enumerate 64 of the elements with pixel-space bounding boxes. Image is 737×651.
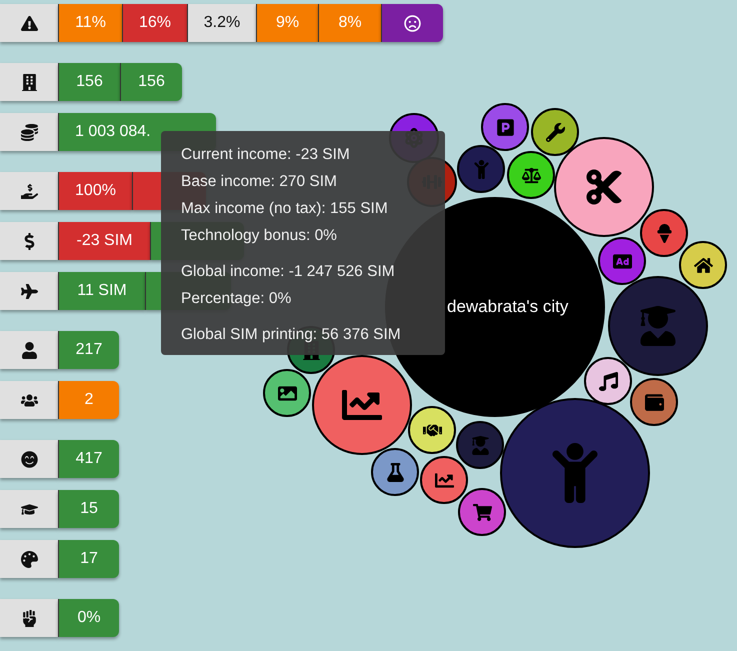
stat-value: 156 — [120, 63, 182, 101]
chart-icon — [434, 470, 454, 490]
stat-value: 11% — [58, 4, 122, 42]
city-name: dewabrata's city — [447, 297, 568, 317]
child-icon — [472, 160, 490, 178]
stat-value: 8% — [318, 4, 381, 42]
fist-icon — [20, 610, 38, 626]
bubble[interactable] — [456, 421, 504, 469]
stat-value: 417 — [58, 440, 119, 478]
house-icon — [694, 256, 712, 274]
stat-value: 16% — [122, 4, 187, 42]
stat-value: 9% — [256, 4, 318, 42]
plane-icon — [20, 282, 38, 300]
bubble[interactable] — [420, 456, 468, 504]
bubble[interactable] — [481, 103, 529, 151]
bubble[interactable] — [408, 406, 456, 454]
stat-value: 100% — [58, 172, 132, 210]
stat-value: -23 SIM — [58, 222, 150, 260]
music-icon — [598, 372, 618, 390]
stat-value: 0% — [58, 599, 119, 637]
bubble[interactable] — [457, 145, 505, 193]
ad-icon — [612, 252, 632, 270]
bubble[interactable] — [679, 241, 727, 289]
warning-icon — [20, 14, 38, 32]
wallet-icon — [644, 392, 664, 412]
stat-value: 17 — [58, 540, 119, 578]
stat-value: 2 — [58, 381, 119, 419]
bubble[interactable] — [371, 448, 419, 496]
stat-value: 3.2% — [187, 4, 256, 42]
bubble[interactable] — [630, 378, 678, 426]
image-icon — [278, 384, 296, 402]
bubble[interactable] — [584, 357, 632, 405]
palette-icon — [20, 550, 38, 568]
tooltip-line: Technology bonus: 0% — [181, 226, 337, 246]
bubble[interactable] — [458, 488, 506, 536]
bubble[interactable] — [312, 355, 412, 455]
group-icon — [20, 392, 38, 408]
bubble[interactable] — [507, 151, 555, 199]
graduate-icon — [638, 306, 678, 346]
bubble[interactable] — [531, 108, 579, 156]
tooltip-line: Percentage: 0% — [181, 289, 292, 309]
smile-icon — [20, 450, 38, 468]
stat-value: 156 — [58, 63, 120, 101]
tooltip-line: Base income: 270 SIM — [181, 172, 337, 192]
flask-icon — [386, 462, 404, 482]
stat-value: 217 — [58, 331, 119, 369]
stat-value: 15 — [58, 490, 119, 528]
parking-icon — [496, 118, 514, 136]
tooltip-line: Max income (no tax): 155 SIM — [181, 199, 388, 219]
frown-face-icon — [404, 14, 421, 32]
ice-cream-icon — [654, 224, 674, 242]
bubble[interactable] — [598, 237, 646, 285]
hand-dollar-icon — [20, 182, 38, 200]
scissors-icon — [584, 167, 624, 207]
bubble[interactable] — [263, 369, 311, 417]
bubble[interactable] — [640, 209, 688, 257]
person-icon — [20, 342, 38, 358]
cart-icon — [472, 502, 492, 522]
coins-icon — [20, 124, 38, 140]
wrench-icon — [546, 122, 564, 142]
stat-value: 11 SIM — [58, 272, 145, 310]
graduate-icon — [470, 436, 490, 454]
building-icon — [20, 74, 38, 90]
scale-icon — [522, 166, 540, 184]
